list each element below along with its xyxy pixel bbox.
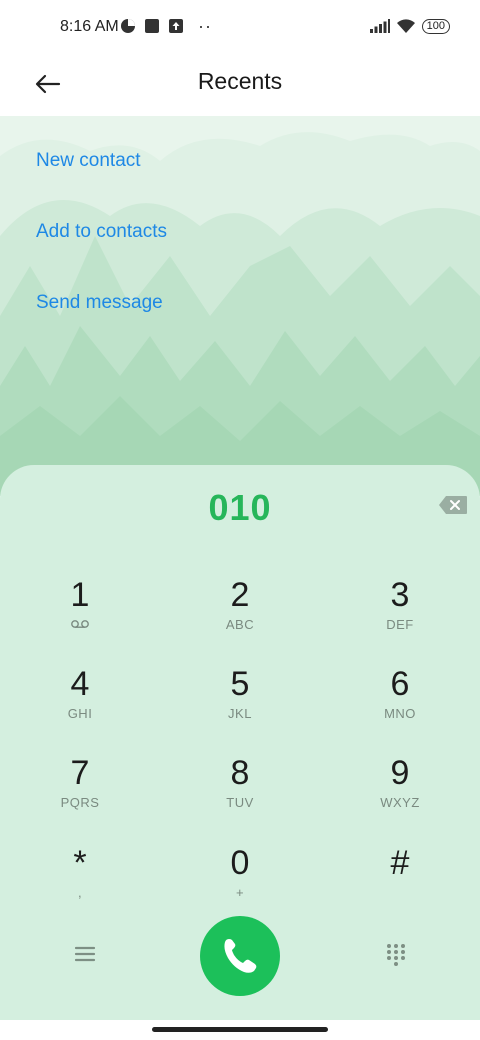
gesture-nav-bar <box>0 1020 480 1040</box>
add-to-contacts-link[interactable]: Add to contacts <box>36 221 167 243</box>
key-3[interactable]: 3 DEF <box>340 575 460 655</box>
key-hash[interactable]: # <box>340 843 460 923</box>
key-letters: , <box>77 885 83 900</box>
key-digit: # <box>390 844 410 882</box>
signal-icon <box>369 19 390 33</box>
menu-icon[interactable] <box>72 943 98 965</box>
upload-notification-icon <box>169 19 183 33</box>
phone-icon <box>224 939 257 973</box>
key-digit: 6 <box>390 665 410 703</box>
key-letters: ABC <box>225 617 255 632</box>
key-digit: 4 <box>70 665 90 703</box>
key-7[interactable]: 7 PQRS <box>20 753 140 833</box>
key-digit: 5 <box>230 665 250 703</box>
header: Recents <box>0 56 480 116</box>
key-9[interactable]: 9 WXYZ <box>340 753 460 833</box>
battery-indicator: 100 <box>421 18 450 34</box>
key-digit: 0 <box>230 844 250 882</box>
key-letters: PQRS <box>60 795 100 810</box>
key-digit: 2 <box>230 576 250 614</box>
key-letters: GHI <box>67 706 93 721</box>
page-title: Recents <box>197 68 283 94</box>
wifi-icon <box>396 19 415 33</box>
home-indicator[interactable] <box>152 1027 328 1032</box>
status-bar: 8:16 AM ·· 100 <box>0 0 480 56</box>
new-contact-link[interactable]: New contact <box>36 150 141 172</box>
voicemail-icon <box>20 617 140 633</box>
dialpad-panel: 010 1 2 ABC 3 DEF 4 GHI 5 JKL 6 MNO 7 PQ… <box>0 465 480 1040</box>
status-notification-icons: ·· <box>120 16 212 36</box>
key-digit: 3 <box>390 576 410 614</box>
square-notification-icon <box>145 19 159 33</box>
key-0[interactable]: 0 + <box>180 843 300 923</box>
keypad-icon[interactable] <box>385 943 407 967</box>
key-letters <box>340 885 460 901</box>
key-letters: TUV <box>226 795 254 810</box>
key-4[interactable]: 4 GHI <box>20 664 140 744</box>
key-5[interactable]: 5 JKL <box>180 664 300 744</box>
key-1[interactable]: 1 <box>20 575 140 655</box>
send-message-link[interactable]: Send message <box>36 292 163 314</box>
key-digit: 7 <box>70 754 90 792</box>
key-digit: 9 <box>390 754 410 792</box>
key-letters: DEF <box>386 617 414 632</box>
key-digit: * <box>73 844 87 882</box>
key-6[interactable]: 6 MNO <box>340 664 460 744</box>
key-star[interactable]: * , <box>20 843 140 923</box>
status-time: 8:16 AM <box>60 18 119 35</box>
more-notifications-indicator: ·· <box>198 16 212 36</box>
backspace-icon[interactable] <box>438 495 468 515</box>
key-letters: WXYZ <box>380 795 420 810</box>
dialed-number: 010 <box>208 487 272 528</box>
call-button[interactable] <box>200 916 280 996</box>
key-letters: + <box>235 885 245 900</box>
key-8[interactable]: 8 TUV <box>180 753 300 833</box>
key-letters: MNO <box>384 706 416 721</box>
app-notification-icon <box>121 19 135 33</box>
key-digit: 1 <box>70 576 90 614</box>
key-2[interactable]: 2 ABC <box>180 575 300 655</box>
key-letters: JKL <box>228 706 252 721</box>
key-digit: 8 <box>230 754 250 792</box>
status-system-icons: 100 <box>369 18 450 34</box>
